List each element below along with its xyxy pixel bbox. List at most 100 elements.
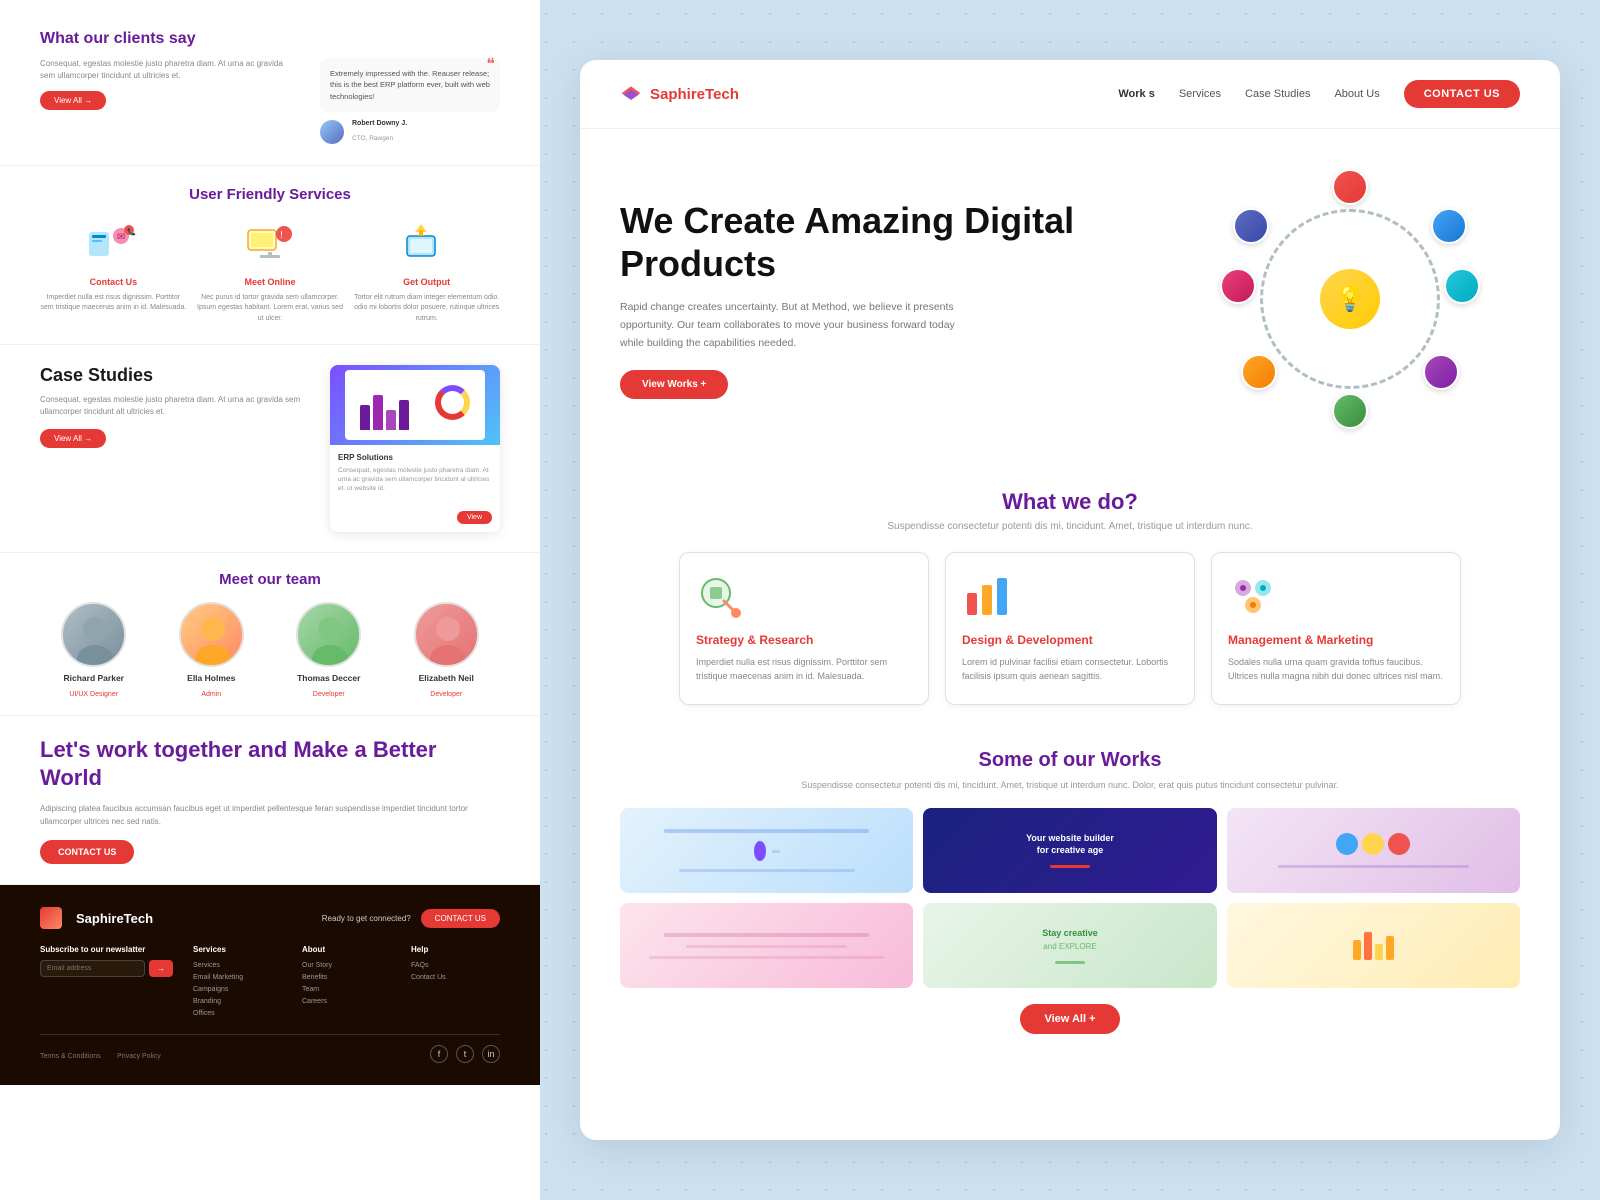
right-card: SaphireTech Work s Services Case Studies…	[580, 60, 1560, 1140]
team-section: Meet our team Richard Parker UI/UX Desig…	[0, 553, 540, 716]
work-thumb-2[interactable]: Your website builderfor creative age	[923, 808, 1216, 893]
footer-email-submit-button[interactable]: →	[149, 960, 173, 977]
footer-terms[interactable]: Terms & Conditions	[40, 1053, 101, 1060]
case-studies-text: Consequat, egestas molestie justo pharet…	[40, 394, 310, 418]
team-member-1-name: Richard Parker	[61, 673, 126, 683]
team-member-4-role: Developer	[430, 691, 462, 698]
team-title: Meet our team	[40, 571, 500, 588]
nav-link-case-studies[interactable]: Case Studies	[1245, 88, 1310, 100]
service-meet-desc: Nec purus id tortor gravida sem ullamcor…	[197, 293, 344, 325]
works-view-all-button[interactable]: View All +	[1020, 1004, 1119, 1034]
footer-brand: SaphireTech	[40, 907, 153, 929]
footer-link-careers[interactable]: Careers	[302, 996, 391, 1008]
what-title: What we do?	[620, 489, 1520, 515]
footer-link-branding[interactable]: Branding	[193, 996, 282, 1008]
marketing-icon	[1228, 573, 1278, 623]
what-card-design-desc: Lorem id pulvinar facilisi etiam consect…	[962, 655, 1178, 684]
twitter-icon[interactable]: t	[456, 1045, 474, 1063]
team-member-1: Richard Parker UI/UX Designer	[61, 602, 126, 701]
nav-brand: SaphireTech	[620, 83, 739, 105]
team-member-3-name: Thomas Deccer	[296, 673, 361, 683]
nav-link-services[interactable]: Services	[1179, 88, 1221, 100]
cta-text: Adipiscing platea faucibus accumsan fauc…	[40, 803, 500, 829]
clients-view-all-button[interactable]: View All →	[40, 91, 106, 110]
work-thumb-4[interactable]	[620, 903, 913, 988]
footer-privacy[interactable]: Privacy Policy	[117, 1053, 161, 1060]
hero-view-works-button[interactable]: View Works +	[620, 370, 728, 399]
design-icon	[962, 573, 1012, 623]
svg-text:!: !	[280, 230, 283, 241]
work-thumb-6[interactable]	[1227, 903, 1520, 988]
strategy-icon	[696, 573, 746, 623]
service-item-contact: ✉ 📞 Contact Us Imperdiet nulla est risus…	[40, 219, 187, 325]
footer-contact-button[interactable]: CONTACT US	[421, 909, 500, 928]
contact-icon: ✉ 📞	[83, 219, 143, 269]
output-icon	[397, 219, 457, 269]
works-section: Some of our Works Suspendisse consectetu…	[580, 725, 1560, 1054]
right-panel: SaphireTech Work s Services Case Studies…	[540, 0, 1600, 1200]
team-avatar-1	[61, 602, 126, 667]
cta-title: Let's work together and Make a Better Wo…	[40, 736, 500, 793]
team-member-2-role: Admin	[201, 691, 221, 698]
team-avatar-2	[179, 602, 244, 667]
what-card-strategy: Strategy & Research Imperdiet nulla est …	[679, 552, 929, 705]
person-node-1	[1332, 169, 1368, 205]
footer-link-benefits[interactable]: Benefits	[302, 972, 391, 984]
cta-contact-button[interactable]: CONTACT US	[40, 840, 134, 864]
svg-text:✉: ✉	[117, 232, 125, 243]
footer-about-title: About	[302, 945, 391, 954]
what-card-marketing-desc: Sodales nulla urna quam gravida toftus f…	[1228, 655, 1444, 684]
clients-section: What our clients say Consequat, egestas …	[0, 0, 540, 166]
what-card-design: Design & Development Lorem id pulvinar f…	[945, 552, 1195, 705]
work-thumb-5[interactable]: Stay creative and EXPLORE	[923, 903, 1216, 988]
service-meet-name: Meet Online	[197, 277, 344, 287]
footer-link-contact[interactable]: Contact Us	[411, 972, 500, 984]
footer-link-email-marketing[interactable]: Email Marketing	[193, 972, 282, 984]
what-card-strategy-desc: Imperdiet nulla est risus dignissim. Por…	[696, 655, 912, 684]
footer-logo-text: SaphireTech	[76, 911, 153, 926]
brand-name: SaphireTech	[650, 86, 739, 103]
footer-section: SaphireTech Ready to get connected? CONT…	[0, 885, 540, 1084]
case-card-view-button[interactable]: View	[457, 511, 492, 524]
hero-title: We Create Amazing Digital Products	[620, 199, 1160, 285]
footer-link-our-story[interactable]: Our Story	[302, 960, 391, 972]
footer-link-faqs[interactable]: FAQs	[411, 960, 500, 972]
service-contact-name: Contact Us	[40, 277, 187, 287]
work-thumb-1[interactable]	[620, 808, 913, 893]
cta-section: Let's work together and Make a Better Wo…	[0, 716, 540, 886]
nav-links: Work s Services Case Studies About Us CO…	[1118, 80, 1520, 108]
service-item-meet: ! Meet Online Nec purus id tortor gravid…	[197, 219, 344, 325]
team-member-3-role: Developer	[313, 691, 345, 698]
footer-about-col: About Our Story Benefits Team Careers	[302, 945, 391, 1019]
team-member-4: Elizabeth Neil Developer	[414, 602, 479, 701]
right-navbar: SaphireTech Work s Services Case Studies…	[580, 60, 1560, 129]
what-subtitle: Suspendisse consectetur potenti dis mi, …	[620, 521, 1520, 532]
person-node-6	[1241, 354, 1277, 390]
footer-link-services[interactable]: Services	[193, 960, 282, 972]
reviewer-role: CTO, Rawgen	[352, 135, 393, 142]
quote-text: Extremely impressed with the. Reauser re…	[330, 68, 490, 102]
what-card-design-title: Design & Development	[962, 633, 1178, 647]
nav-link-about[interactable]: About Us	[1334, 88, 1379, 100]
team-member-4-name: Elizabeth Neil	[414, 673, 479, 683]
nav-link-work[interactable]: Work s	[1118, 88, 1154, 100]
person-node-4	[1423, 354, 1459, 390]
service-item-output: Get Output Tortor elit rutrum diam integ…	[353, 219, 500, 325]
what-card-strategy-title: Strategy & Research	[696, 633, 912, 647]
team-member-2-name: Ella Holmes	[179, 673, 244, 683]
services-title: User Friendly Services	[40, 186, 500, 203]
footer-link-team[interactable]: Team	[302, 984, 391, 996]
footer-link-offices[interactable]: Offices	[193, 1008, 282, 1020]
footer-email-input[interactable]	[40, 960, 145, 977]
clients-title: What our clients say	[40, 30, 500, 48]
footer-link-campaigns[interactable]: Campaigns	[193, 984, 282, 996]
footer-help-col: Help FAQs Contact Us	[411, 945, 500, 1019]
case-studies-view-all-button[interactable]: View All →	[40, 429, 106, 448]
what-we-do-section: What we do? Suspendisse consectetur pote…	[580, 459, 1560, 725]
clients-body-text: Consequat, egestas molestie justo pharet…	[40, 58, 300, 82]
hero-section: We Create Amazing Digital Products Rapid…	[580, 129, 1560, 459]
nav-contact-button[interactable]: CONTACT US	[1404, 80, 1520, 108]
work-thumb-3[interactable]	[1227, 808, 1520, 893]
facebook-icon[interactable]: f	[430, 1045, 448, 1063]
instagram-icon[interactable]: in	[482, 1045, 500, 1063]
